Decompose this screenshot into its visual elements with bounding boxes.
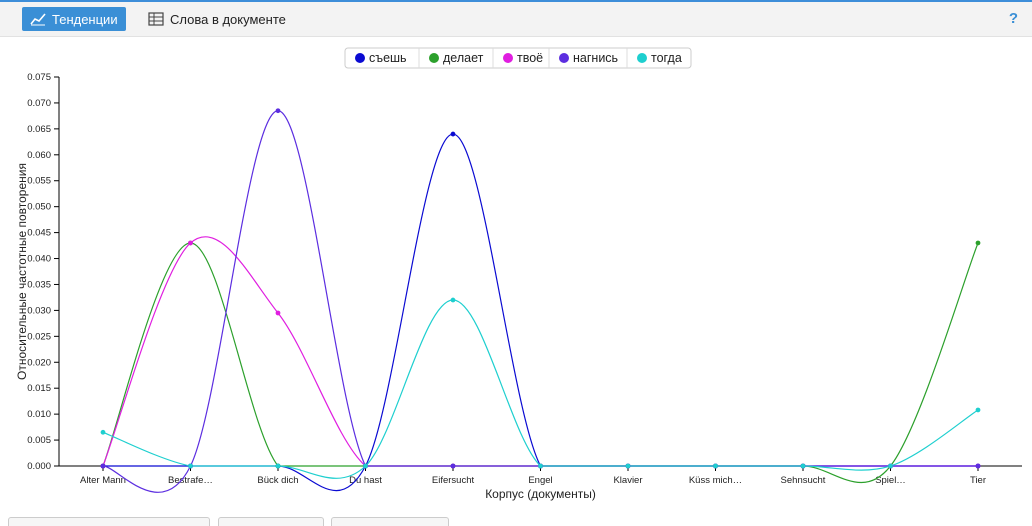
y-tick-label: 0.070 (27, 98, 51, 109)
data-point[interactable] (713, 463, 718, 469)
legend-label[interactable]: делает (443, 51, 484, 65)
x-tick-label: Tier (970, 475, 986, 486)
y-tick-label: 0.005 (27, 435, 51, 446)
legend-swatch[interactable] (559, 53, 569, 63)
legend-label[interactable]: нагнись (573, 51, 618, 65)
data-point[interactable] (538, 463, 543, 469)
legend-label[interactable]: съешь (369, 51, 407, 65)
legend-label[interactable]: тогда (651, 51, 682, 65)
tab-trends[interactable]: Тенденции (22, 7, 126, 31)
x-tick-label: Du hast (349, 475, 382, 486)
legend-swatch[interactable] (429, 53, 439, 63)
data-point[interactable] (450, 297, 456, 303)
series-line-3 (102, 110, 978, 493)
y-tick-label: 0.060 (27, 150, 51, 161)
tab-document-terms-label: Слова в документе (170, 11, 286, 27)
x-tick-label: Alter Mann (80, 475, 126, 486)
x-tick-label: Bück dich (257, 475, 298, 486)
data-point[interactable] (188, 463, 193, 469)
help-button[interactable]: ? (1009, 10, 1018, 27)
data-point[interactable] (188, 240, 193, 246)
series-line-0 (103, 133, 978, 492)
data-point[interactable] (275, 463, 281, 469)
data-point[interactable] (450, 463, 456, 469)
series-line-1 (102, 242, 979, 484)
data-point[interactable] (100, 463, 106, 469)
y-tick-label: 0.015 (27, 383, 51, 394)
y-tick-label: 0.075 (27, 72, 51, 83)
y-tick-label: 0.020 (27, 357, 51, 368)
y-axis-label: Относительные частотные повторения (15, 163, 29, 380)
data-point[interactable] (100, 429, 106, 435)
tab-document-terms[interactable]: Слова в документе (140, 7, 300, 31)
toolbar: Тенденции Слова в документе ? (0, 2, 1032, 37)
y-tick-label: 0.000 (27, 461, 51, 472)
series-line-4 (102, 299, 979, 479)
x-tick-label: Eifersucht (432, 475, 475, 486)
x-tick-label: Küss mich… (689, 475, 742, 486)
legend-swatch[interactable] (637, 53, 647, 63)
legend-swatch[interactable] (355, 53, 365, 63)
x-tick-label: Engel (528, 475, 552, 486)
x-tick-label: Sehnsucht (781, 475, 826, 486)
data-point[interactable] (888, 463, 893, 469)
y-tick-label: 0.035 (27, 279, 51, 290)
x-tick-label: Bestrafe… (168, 475, 213, 486)
data-point[interactable] (275, 310, 281, 316)
data-point[interactable] (975, 407, 981, 413)
y-tick-label: 0.040 (27, 254, 51, 265)
y-tick-label: 0.050 (27, 202, 51, 213)
data-point[interactable] (275, 108, 281, 114)
y-tick-label: 0.045 (27, 228, 51, 239)
x-axis-label: Корпус (документы) (485, 487, 596, 501)
table-icon (148, 12, 164, 26)
legend-swatch[interactable] (503, 53, 513, 63)
line-chart-icon (30, 13, 46, 26)
data-point[interactable] (625, 463, 631, 469)
data-point[interactable] (800, 463, 806, 469)
trends-chart: 0.000 0.005 0.010 0.015 0.020 0.025 0.030 0.035… (15, 47, 1022, 501)
y-tick-label: 0.055 (27, 176, 51, 187)
data-point[interactable] (363, 463, 368, 469)
y-tick-label: 0.065 (27, 124, 51, 135)
tab-trends-label: Тенденции (52, 11, 118, 27)
y-tick-label: 0.025 (27, 331, 51, 342)
data-point[interactable] (975, 463, 981, 469)
data-point[interactable] (975, 240, 981, 246)
y-tick-label: 0.010 (27, 409, 51, 420)
y-tick-label: 0.030 (27, 305, 51, 316)
x-tick-label: Klavier (613, 475, 642, 486)
series-line-2 (102, 236, 978, 467)
data-point[interactable] (450, 131, 456, 137)
legend-label[interactable]: твоё (517, 51, 543, 65)
